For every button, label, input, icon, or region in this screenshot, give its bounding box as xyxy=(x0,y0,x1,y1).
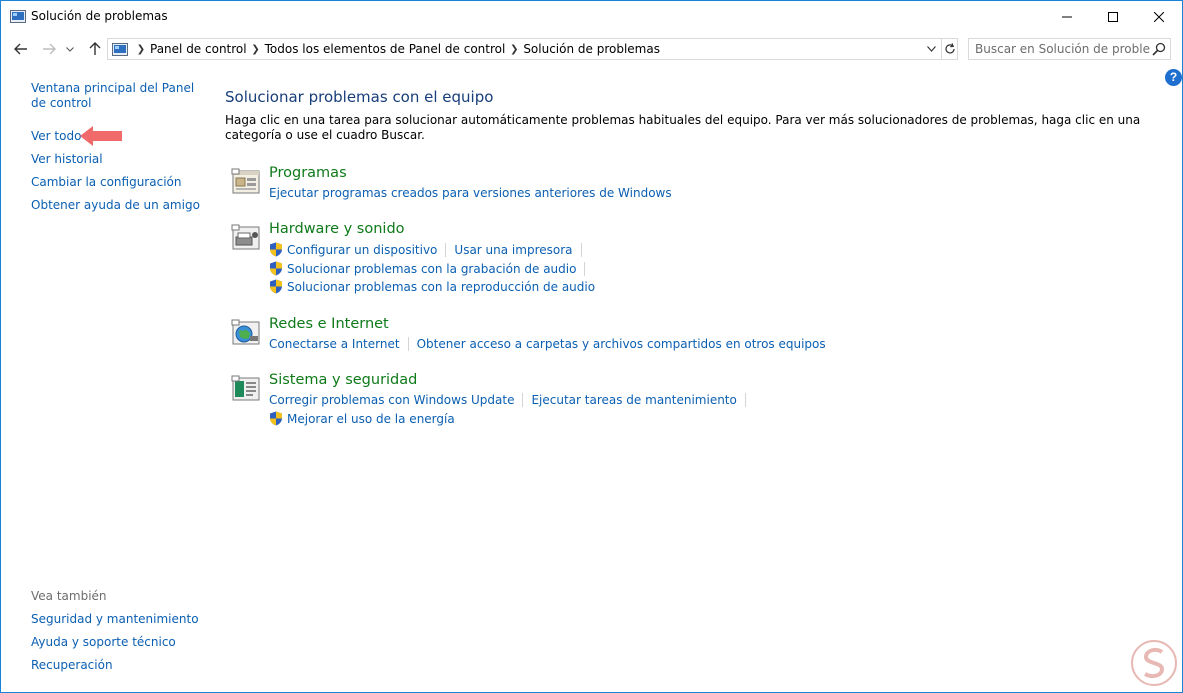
breadcrumb-all-items[interactable]: Todos los elementos de Panel de control xyxy=(263,42,508,56)
uac-shield-icon xyxy=(270,261,282,276)
chevron-right-icon[interactable]: ❯ xyxy=(507,44,521,55)
chevron-down-icon xyxy=(926,46,936,52)
get-help-friend-link[interactable]: Obtener ayuda de un amigo xyxy=(31,198,200,213)
refresh-icon xyxy=(945,43,955,54)
recent-locations-button[interactable] xyxy=(63,39,77,59)
search-icon[interactable] xyxy=(1152,42,1166,56)
address-dropdown-button[interactable] xyxy=(923,41,939,57)
maximize-button[interactable] xyxy=(1090,1,1136,32)
divider xyxy=(445,242,447,257)
task-maintenance[interactable]: Ejecutar tareas de mantenimiento xyxy=(531,393,736,407)
divider xyxy=(522,393,524,407)
up-button[interactable] xyxy=(85,39,105,59)
arrow-left-icon xyxy=(14,43,27,55)
task-row: Solucionar problemas con la reproducción… xyxy=(269,279,595,294)
arrow-up-icon xyxy=(89,42,101,55)
maximize-icon xyxy=(1108,11,1118,22)
breadcrumb-troubleshooting[interactable]: Solución de problemas xyxy=(521,42,662,56)
chevron-down-icon xyxy=(66,46,74,52)
uac-shield-icon xyxy=(270,242,282,257)
refresh-button[interactable] xyxy=(941,39,958,59)
task-use-printer[interactable]: Usar una impresora xyxy=(454,243,572,257)
hardware-sound-icon[interactable] xyxy=(230,221,262,253)
close-icon xyxy=(1154,11,1164,22)
task-row: Configurar un dispositivo Usar una impre… xyxy=(269,242,590,257)
system-security-icon[interactable] xyxy=(230,372,262,404)
category-title-network[interactable]: Redes e Internet xyxy=(269,316,389,332)
task-windows-update[interactable]: Corregir problemas con Windows Update xyxy=(269,393,514,407)
minimize-button[interactable] xyxy=(1044,1,1090,32)
category-title-programs[interactable]: Programas xyxy=(269,165,347,181)
network-internet-icon[interactable] xyxy=(230,316,262,348)
task-audio-recording[interactable]: Solucionar problemas con la grabación de… xyxy=(269,261,576,276)
task-row: Conectarse a Internet Obtener acceso a c… xyxy=(269,337,826,351)
search-input[interactable]: Buscar en Solución de proble xyxy=(975,42,1150,56)
category-title-hardware[interactable]: Hardware y sonido xyxy=(269,221,405,237)
watermark-logo-icon xyxy=(1131,640,1177,686)
view-history-link[interactable]: Ver historial xyxy=(31,152,103,167)
task-configure-device-label: Configurar un dispositivo xyxy=(287,242,438,257)
page-title: Solucionar problemas con el equipo xyxy=(225,88,494,106)
chevron-right-icon[interactable]: ❯ xyxy=(249,44,263,55)
divider xyxy=(744,393,746,407)
search-box[interactable]: Buscar en Solución de proble xyxy=(968,38,1171,60)
arrow-right-icon xyxy=(43,43,56,55)
control-panel-icon xyxy=(112,43,128,56)
navigation-bar: ❯ Panel de control ❯ Todos los elementos… xyxy=(1,35,1182,63)
close-button[interactable] xyxy=(1136,1,1182,32)
change-settings-link[interactable]: Cambiar la configuración xyxy=(31,175,181,190)
back-button[interactable] xyxy=(11,39,31,59)
task-power-usage-label: Mejorar el uso de la energía xyxy=(287,411,455,426)
task-row: Ejecutar programas creados para versione… xyxy=(269,186,672,200)
see-also-heading: Vea también xyxy=(31,589,107,603)
title-bar: Solución de problemas xyxy=(1,1,1182,32)
uac-shield-icon xyxy=(270,411,282,426)
task-audio-playback[interactable]: Solucionar problemas con la reproducción… xyxy=(269,279,595,294)
programs-icon[interactable] xyxy=(230,165,262,197)
divider xyxy=(407,337,409,351)
page-description: Haga clic en una tarea para solucionar a… xyxy=(225,113,1141,142)
see-also-help-link[interactable]: Ayuda y soporte técnico xyxy=(31,635,176,649)
task-row: Solucionar problemas con la grabación de… xyxy=(269,261,593,276)
divider xyxy=(580,242,582,257)
forward-button[interactable] xyxy=(39,39,59,59)
task-audio-recording-label: Solucionar problemas con la grabación de… xyxy=(287,261,577,276)
annotation-arrow-icon xyxy=(80,126,122,146)
task-power-usage[interactable]: Mejorar el uso de la energía xyxy=(269,411,455,426)
task-run-older-programs[interactable]: Ejecutar programas creados para versione… xyxy=(269,186,672,200)
uac-shield-icon xyxy=(270,279,282,294)
control-panel-home-link[interactable]: Ventana principal del Panel de control xyxy=(31,81,196,111)
breadcrumb-control-panel[interactable]: Panel de control xyxy=(148,42,249,56)
task-connect-internet[interactable]: Conectarse a Internet xyxy=(269,337,400,351)
see-also-recovery-link[interactable]: Recuperación xyxy=(31,658,113,672)
see-also-security-link[interactable]: Seguridad y mantenimiento xyxy=(31,612,199,626)
window-title: Solución de problemas xyxy=(31,9,168,23)
control-panel-icon xyxy=(10,10,26,23)
address-bar[interactable]: ❯ Panel de control ❯ Todos los elementos… xyxy=(107,38,958,60)
chevron-right-icon[interactable]: ❯ xyxy=(134,44,148,55)
view-all-link[interactable]: Ver todo xyxy=(31,129,81,144)
task-row: Corregir problemas con Windows Update Ej… xyxy=(269,393,754,407)
task-row: Mejorar el uso de la energía xyxy=(269,411,455,426)
breadcrumb: ❯ Panel de control ❯ Todos los elementos… xyxy=(134,42,662,56)
task-shared-folders[interactable]: Obtener acceso a carpetas y archivos com… xyxy=(417,337,826,351)
task-configure-device[interactable]: Configurar un dispositivo xyxy=(269,242,437,257)
category-title-system[interactable]: Sistema y seguridad xyxy=(269,372,417,388)
task-audio-playback-label: Solucionar problemas con la reproducción… xyxy=(287,279,596,294)
help-icon[interactable]: ? xyxy=(1165,69,1182,86)
divider xyxy=(584,261,586,276)
minimize-icon xyxy=(1062,16,1072,17)
troubleshooting-window: Solución de problemas ❯ Panel de control… xyxy=(0,0,1183,693)
